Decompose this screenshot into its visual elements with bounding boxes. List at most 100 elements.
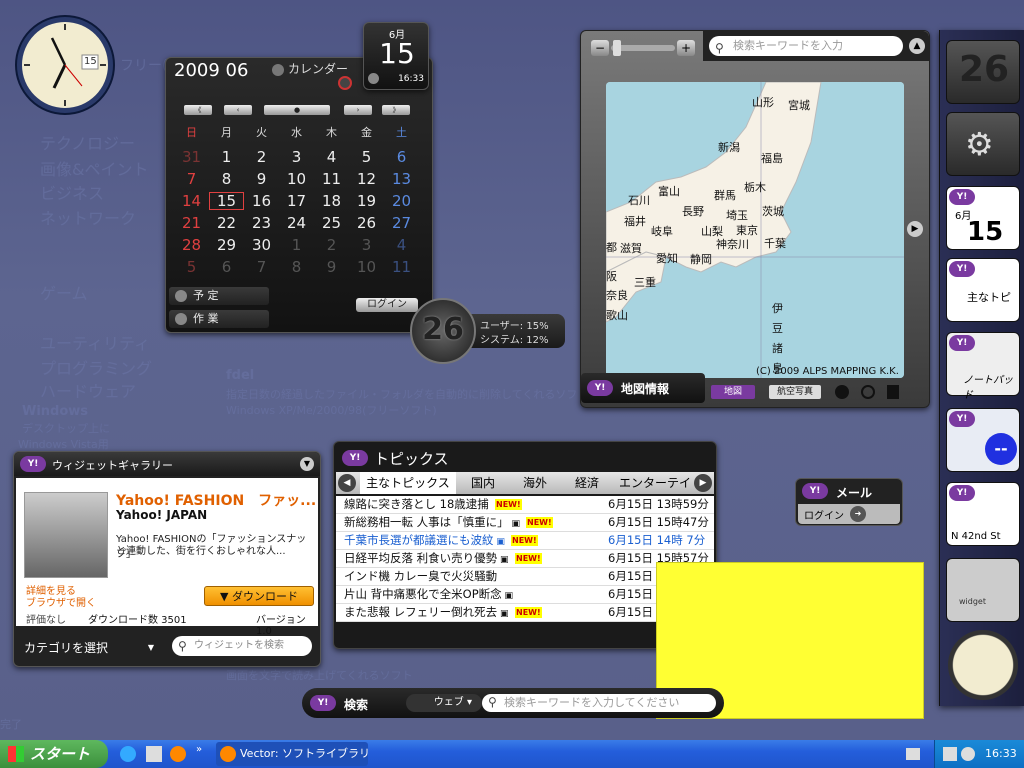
dock-gallery-tile[interactable]: widget — [946, 558, 1020, 622]
gallery-collapse-icon[interactable]: ▼ — [300, 457, 314, 471]
calendar-day[interactable]: 2 — [314, 236, 349, 254]
tasks-button[interactable]: 作 業 — [169, 310, 269, 328]
zoom-in-button[interactable]: + — [677, 40, 695, 56]
taskbar-task-vector[interactable]: Vector: ソフトライブラリ... — [216, 742, 368, 766]
map-canvas[interactable]: 山形 宮城 新潟 福島 石川 富山 群馬 栃木 福井 長野 埼玉 茨城 岐阜 山… — [606, 82, 904, 378]
topic-headline[interactable]: 線路に突き落とし 18歳逮捕 — [344, 496, 489, 513]
calendar-day[interactable]: 17 — [279, 192, 314, 210]
next-year-button[interactable]: 》 — [382, 105, 410, 115]
calendar-day[interactable]: 3 — [279, 148, 314, 166]
calendar-day[interactable]: 8 — [209, 170, 244, 188]
map-mode-button[interactable]: 地図 — [711, 385, 755, 399]
search-scope-select[interactable]: ウェブ ▾ — [406, 694, 482, 712]
prev-year-button[interactable]: 《 — [184, 105, 212, 115]
dock-map-tile[interactable]: Y! N 42nd St — [946, 482, 1020, 546]
tray-icon[interactable] — [943, 747, 957, 761]
calendar-day[interactable]: 4 — [384, 236, 419, 254]
tab-entertainment[interactable]: エンターテイン — [616, 472, 694, 494]
topic-row[interactable]: 千葉市長選が都議選にも波紋 ▣ NEW! 6月15日 14時 7分 — [336, 532, 714, 550]
collapse-icon[interactable]: ▲ — [909, 38, 925, 54]
calendar-day[interactable]: 2 — [244, 148, 279, 166]
calendar-day[interactable]: 6 — [384, 148, 419, 166]
calendar-day[interactable]: 1 — [279, 236, 314, 254]
schedule-button[interactable]: 予 定 — [169, 287, 269, 305]
comment-icon[interactable] — [835, 385, 849, 399]
calendar-day[interactable]: 26 — [349, 214, 384, 232]
aerial-mode-button[interactable]: 航空写真 — [769, 385, 821, 399]
topic-headline[interactable]: インド機 カレー臭で火災騒動 — [344, 568, 497, 585]
calendar-day[interactable]: 31 — [174, 148, 209, 166]
firefox-icon[interactable] — [170, 746, 186, 762]
dock-notepad-tile[interactable]: Y! ノートパッド — [946, 332, 1020, 401]
keyboard-icon[interactable] — [906, 748, 920, 760]
map-search-input[interactable]: ⚲ 検索キーワードを入力 — [709, 36, 903, 56]
calendar-day[interactable]: 1 — [209, 148, 244, 166]
topic-headline[interactable]: 新総務相一転 人事は「慎重に」 ▣ — [344, 514, 520, 533]
calendar-day[interactable]: 6 — [209, 258, 244, 276]
calendar-day[interactable]: 9 — [314, 258, 349, 276]
calendar-day[interactable]: 7 — [174, 170, 209, 188]
topic-headline[interactable]: 片山 背中痛悪化で全米OP断念 ▣ — [344, 586, 513, 605]
tab-domestic[interactable]: 国内 — [460, 472, 506, 494]
quicklaunch-more-icon[interactable]: » — [196, 744, 202, 755]
calendar-day[interactable]: 20 — [384, 192, 419, 210]
calendar-day[interactable]: 10 — [279, 170, 314, 188]
calendar-day[interactable]: 24 — [279, 214, 314, 232]
dock-cpu-tile[interactable]: 26 — [946, 40, 1020, 104]
topic-headline[interactable]: また悲報 レフェリー倒れ死去 ▣ — [344, 604, 509, 623]
topic-headline[interactable]: 日経平均反落 利食い売り優勢 ▣ — [344, 550, 509, 569]
open-browser-link[interactable]: ブラウザで開く — [26, 594, 96, 609]
web-search-input[interactable]: ⚲ 検索キーワードを入力してください — [482, 694, 716, 712]
mail-login-label[interactable]: ログイン — [804, 507, 844, 522]
zoom-slider[interactable] — [611, 40, 675, 56]
calendar-day[interactable]: 11 — [384, 258, 419, 276]
zoom-slider-thumb[interactable] — [613, 40, 621, 56]
item-thumbnail[interactable] — [24, 492, 108, 578]
topic-row[interactable]: 線路に突き落とし 18歳逮捕 NEW! 6月15日 13時59分 — [336, 496, 714, 514]
topic-headline[interactable]: 千葉市長選が都議選にも波紋 ▣ — [344, 532, 505, 551]
calendar-day[interactable]: 23 — [244, 214, 279, 232]
calendar-day[interactable]: 14 — [174, 192, 209, 210]
calendar-day[interactable]: 16 — [244, 192, 279, 210]
alarm-icon[interactable] — [368, 73, 379, 84]
widget-search-input[interactable]: ⚲ ウィジェットを検索 — [172, 636, 312, 656]
topic-row[interactable]: 新総務相一転 人事は「慎重に」 ▣ NEW! 6月15日 15時47分 — [336, 514, 714, 532]
map-pan-right-button[interactable]: ▶ — [907, 221, 923, 237]
tab-overseas[interactable]: 海外 — [512, 472, 558, 494]
calendar-day[interactable]: 30 — [244, 236, 279, 254]
calendar-day[interactable]: 22 — [209, 214, 244, 232]
calendar-day[interactable]: 12 — [349, 170, 384, 188]
target-icon[interactable] — [861, 385, 875, 399]
print-icon[interactable] — [887, 385, 899, 399]
ie-icon[interactable] — [120, 746, 136, 762]
desktop-icon[interactable] — [146, 746, 162, 762]
start-button[interactable]: スタート — [0, 740, 108, 768]
dock-clock-tile[interactable] — [948, 630, 1018, 700]
category-select[interactable]: カテゴリを選択 ▼ — [24, 638, 154, 658]
calendar-day[interactable]: 18 — [314, 192, 349, 210]
analog-clock[interactable]: 15 — [14, 14, 116, 116]
calendar-day[interactable]: 27 — [384, 214, 419, 232]
tray-clock[interactable]: 16:33 — [985, 740, 1017, 768]
dock-calendar-tile[interactable]: Y! 6月 15 — [946, 186, 1020, 250]
calendar-day[interactable]: 11 — [314, 170, 349, 188]
dock-settings-tile[interactable]: ⚙ — [946, 112, 1020, 176]
calendar-day[interactable]: 4 — [314, 148, 349, 166]
calendar-day[interactable]: 8 — [279, 258, 314, 276]
calendar-day[interactable]: 19 — [349, 192, 384, 210]
download-button[interactable]: ▼ ダウンロード — [204, 586, 314, 606]
calendar-day[interactable]: 3 — [349, 236, 384, 254]
prev-month-button[interactable]: ‹ — [224, 105, 252, 115]
calendar-login-button[interactable]: ログイン — [356, 298, 418, 312]
dock-weather-tile[interactable]: Y! -- — [946, 408, 1020, 472]
tab-main[interactable]: 主なトピックス — [360, 472, 456, 494]
today-button[interactable]: ● — [264, 105, 330, 115]
tray-icon[interactable] — [961, 747, 975, 761]
calendar-day[interactable]: 13 — [384, 170, 419, 188]
arrow-right-icon[interactable]: ➜ — [850, 506, 866, 522]
calendar-day-today[interactable]: 15 — [209, 192, 244, 210]
calendar-day[interactable]: 9 — [244, 170, 279, 188]
zoom-out-button[interactable]: − — [591, 40, 609, 56]
calendar-day[interactable]: 25 — [314, 214, 349, 232]
calendar-mode-button[interactable]: カレンダー — [272, 60, 348, 77]
